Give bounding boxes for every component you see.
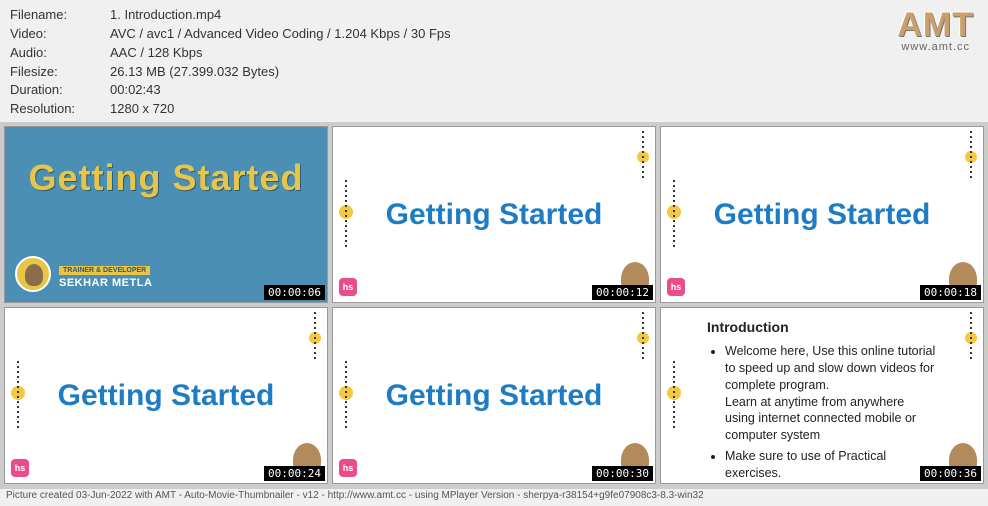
- author-block: TRAINER & DEVELOPER SEKHAR METLA: [15, 256, 152, 292]
- slide-title: Getting Started: [5, 127, 327, 199]
- hs-badge-icon: hs: [667, 278, 685, 296]
- thumbnail-6: Introduction Welcome here, Use this onli…: [660, 307, 984, 484]
- author-name: SEKHAR METLA: [59, 277, 152, 289]
- decoration-right-icon: [959, 131, 977, 181]
- timestamp: 00:00:30: [592, 466, 653, 481]
- label-filename: Filename:: [10, 6, 110, 25]
- decoration-left-icon: [11, 361, 29, 431]
- timestamp: 00:00:12: [592, 285, 653, 300]
- decoration-right-icon: [631, 131, 649, 181]
- watermark: AMT www.amt.cc: [897, 6, 974, 53]
- label-audio: Audio:: [10, 44, 110, 63]
- content-heading: Introduction: [707, 318, 937, 337]
- label-duration: Duration:: [10, 81, 110, 100]
- author-role: TRAINER & DEVELOPER: [59, 266, 150, 275]
- timestamp: 00:00:36: [920, 466, 981, 481]
- value-filesize: 26.13 MB (27.399.032 Bytes): [110, 63, 978, 82]
- thumbnail-4: Getting Started hs 00:00:24: [4, 307, 328, 484]
- thumbnail-1: Getting Started TRAINER & DEVELOPER SEKH…: [4, 126, 328, 303]
- bullet-2: Make sure to use of Practical exercises.: [725, 448, 937, 482]
- avatar: [15, 256, 51, 292]
- thumbnail-2: Getting Started hs 00:00:12: [332, 126, 656, 303]
- decoration-left-icon: [667, 180, 685, 250]
- hs-badge-icon: hs: [339, 459, 357, 477]
- slide-title: Getting Started: [714, 198, 931, 232]
- label-resolution: Resolution:: [10, 100, 110, 119]
- timestamp: 00:00:18: [920, 285, 981, 300]
- decoration-left-icon: [667, 361, 685, 431]
- footer-text: Picture created 03-Jun-2022 with AMT - A…: [0, 488, 988, 506]
- decoration-right-icon: [303, 312, 321, 362]
- watermark-url: www.amt.cc: [897, 41, 974, 53]
- decoration-right-icon: [631, 312, 649, 362]
- bullet-1: Welcome here, Use this online tutorial t…: [725, 343, 937, 444]
- value-resolution: 1280 x 720: [110, 100, 978, 119]
- decoration-left-icon: [339, 361, 357, 431]
- thumbnail-3: Getting Started hs 00:00:18: [660, 126, 984, 303]
- label-filesize: Filesize:: [10, 63, 110, 82]
- thumbnail-5: Getting Started hs 00:00:30: [332, 307, 656, 484]
- slide-title: Getting Started: [386, 379, 603, 413]
- timestamp: 00:00:24: [264, 466, 325, 481]
- decoration-right-icon: [959, 312, 977, 362]
- metadata-header: Filename:1. Introduction.mp4 Video:AVC /…: [0, 0, 988, 122]
- content-bullets: Welcome here, Use this online tutorial t…: [707, 343, 937, 482]
- value-duration: 00:02:43: [110, 81, 978, 100]
- hs-badge-icon: hs: [339, 278, 357, 296]
- label-video: Video:: [10, 25, 110, 44]
- watermark-logo: AMT: [897, 6, 974, 45]
- timestamp: 00:00:06: [264, 285, 325, 300]
- decoration-left-icon: [339, 180, 357, 250]
- thumbnail-grid: Getting Started TRAINER & DEVELOPER SEKH…: [0, 122, 988, 488]
- value-filename: 1. Introduction.mp4: [110, 6, 978, 25]
- hs-badge-icon: hs: [11, 459, 29, 477]
- slide-title: Getting Started: [386, 198, 603, 232]
- slide-title: Getting Started: [58, 379, 275, 413]
- value-audio: AAC / 128 Kbps: [110, 44, 978, 63]
- value-video: AVC / avc1 / Advanced Video Coding / 1.2…: [110, 25, 978, 44]
